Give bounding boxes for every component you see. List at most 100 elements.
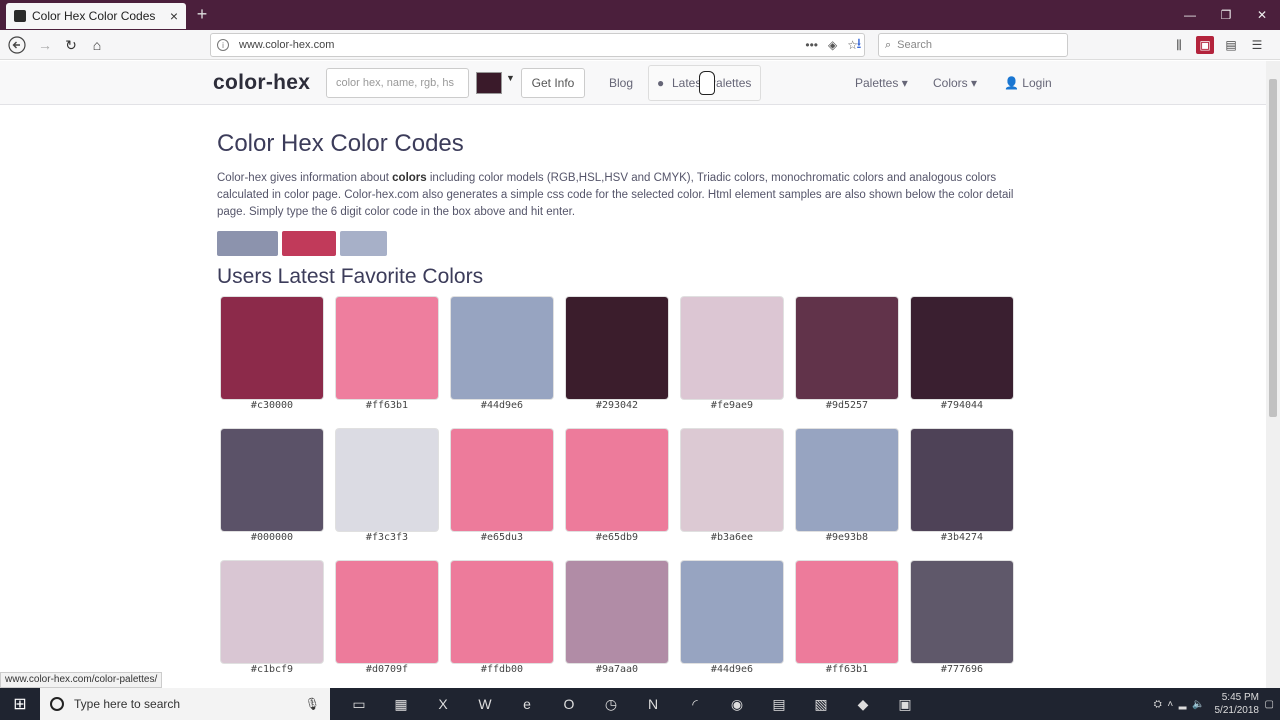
color-swatch-item[interactable]: #9e93b8 (796, 429, 898, 544)
palettes-dropdown[interactable]: Palettes ▾ (855, 76, 908, 90)
edge-icon[interactable]: e (506, 688, 548, 720)
color-code-label[interactable]: #9d5257 (796, 400, 898, 411)
onenote-icon[interactable]: N (632, 688, 674, 720)
get-info-button[interactable]: Get Info (521, 68, 585, 98)
color-code-label[interactable]: #794044 (911, 400, 1013, 411)
color-swatch-item[interactable]: #ff63b1 (796, 561, 898, 676)
color-code-label[interactable]: #c1bcf9 (221, 664, 323, 675)
color-swatch-item[interactable]: #b3a6ee (681, 429, 783, 544)
color-swatch[interactable] (681, 561, 783, 663)
color-swatch-item[interactable]: #3b4274 (911, 429, 1013, 544)
color-code-label[interactable]: #44d9e6 (451, 400, 553, 411)
color-search-input[interactable]: color hex, name, rgb, hs (326, 68, 469, 98)
color-swatch[interactable] (911, 561, 1013, 663)
color-swatch-item[interactable]: #777696 (911, 561, 1013, 676)
share-button-1[interactable] (217, 231, 278, 256)
color-swatch[interactable] (336, 561, 438, 663)
color-code-label[interactable]: #293042 (566, 400, 668, 411)
blog-link[interactable]: Blog (609, 76, 633, 90)
extension-icon[interactable]: ▣ (1196, 36, 1214, 54)
color-swatch-item[interactable]: #9d5257 (796, 297, 898, 412)
colors-dropdown[interactable]: Colors ▾ (933, 76, 977, 90)
chevron-up-icon[interactable]: ˄ (1167, 699, 1173, 710)
color-swatch[interactable] (796, 297, 898, 399)
close-window-icon[interactable]: ✕ (1244, 0, 1280, 30)
notifications-icon[interactable]: ▢ (1265, 699, 1274, 710)
scrollbar-thumb[interactable] (1269, 79, 1277, 417)
color-swatch[interactable] (911, 297, 1013, 399)
site-logo[interactable]: color-hex (213, 71, 310, 95)
color-code-label[interactable]: #3b4274 (911, 532, 1013, 543)
color-swatch[interactable] (681, 297, 783, 399)
color-swatch-item[interactable]: #000000 (221, 429, 323, 544)
color-swatch[interactable] (451, 297, 553, 399)
color-code-label[interactable]: #ffdb00 (451, 664, 553, 675)
color-swatch-item[interactable]: #ffdb00 (451, 561, 553, 676)
color-code-label[interactable]: #b3a6ee (681, 532, 783, 543)
sidebar-icon[interactable]: ▤ (1222, 36, 1240, 54)
color-swatch-item[interactable]: #e65db9 (566, 429, 668, 544)
loading-icon[interactable]: ◜ (674, 688, 716, 720)
color-swatch-item[interactable]: #44d9e6 (451, 297, 553, 412)
downloads-icon[interactable]: ⭳ (848, 34, 870, 56)
color-swatch-item[interactable]: #44d9e6 (681, 561, 783, 676)
color-swatch[interactable] (566, 561, 668, 663)
taskbar-search[interactable]: Type here to search 🎙 (40, 688, 330, 720)
clock-app-icon[interactable]: ◷ (590, 688, 632, 720)
opera-icon[interactable]: O (548, 688, 590, 720)
back-icon[interactable] (6, 34, 28, 56)
color-swatch-item[interactable]: #e65du3 (451, 429, 553, 544)
color-swatch-item[interactable]: #c30000 (221, 297, 323, 412)
windows-start-icon[interactable]: ⊞ (0, 688, 40, 720)
color-swatch[interactable] (566, 429, 668, 531)
search-input[interactable]: ⌕ Search (878, 33, 1068, 57)
color-swatch[interactable] (796, 561, 898, 663)
library-icon[interactable]: ⫼ (1170, 36, 1188, 54)
photos-icon[interactable]: ▧ (800, 688, 842, 720)
color-swatch-item[interactable]: #f3c3f3 (336, 429, 438, 544)
word-icon[interactable]: W (464, 688, 506, 720)
color-swatch[interactable] (221, 561, 323, 663)
network-icon[interactable]: ▂ (1179, 699, 1187, 710)
address-bar[interactable]: i www.color-hex.com ••• ◈ ☆ (210, 33, 865, 57)
people-icon[interactable]: ⛭ (1154, 699, 1162, 710)
color-swatch-item[interactable]: #794044 (911, 297, 1013, 412)
clock[interactable]: 5:45 PM 5/21/2018 (1214, 691, 1259, 717)
monitor-icon[interactable]: ▣ (884, 688, 926, 720)
calculator-icon[interactable]: ▤ (758, 688, 800, 720)
share-button-2[interactable] (282, 231, 336, 256)
chevron-down-icon[interactable]: ▼ (506, 73, 515, 83)
color-code-label[interactable]: #9a7aa0 (566, 664, 668, 675)
color-swatch-item[interactable]: #c1bcf9 (221, 561, 323, 676)
color-code-label[interactable]: #44d9e6 (681, 664, 783, 675)
file-explorer-icon[interactable]: ▦ (380, 688, 422, 720)
excel-icon[interactable]: X (422, 688, 464, 720)
close-tab-icon[interactable]: × (170, 8, 178, 24)
color-code-label[interactable]: #d0709f (336, 664, 438, 675)
page-actions-icon[interactable]: ••• (805, 38, 818, 52)
app-icon[interactable]: ◆ (842, 688, 884, 720)
color-swatch[interactable] (451, 429, 553, 531)
menu-icon[interactable]: ☰ (1248, 36, 1266, 54)
new-tab-icon[interactable]: + (192, 4, 212, 24)
pocket-icon[interactable]: ◈ (828, 38, 837, 52)
color-swatch[interactable] (336, 429, 438, 531)
color-swatch-item[interactable]: #293042 (566, 297, 668, 412)
color-swatch[interactable] (221, 429, 323, 531)
color-code-label[interactable]: #c30000 (221, 400, 323, 411)
color-code-label[interactable]: #777696 (911, 664, 1013, 675)
color-code-label[interactable]: #ff63b1 (336, 400, 438, 411)
color-picker-swatch[interactable] (476, 72, 502, 94)
color-swatch-item[interactable]: #d0709f (336, 561, 438, 676)
maximize-icon[interactable]: ❐ (1208, 0, 1244, 30)
color-code-label[interactable]: #9e93b8 (796, 532, 898, 543)
microphone-icon[interactable]: 🎙 (305, 697, 320, 711)
minimize-icon[interactable]: — (1172, 0, 1208, 30)
home-icon[interactable]: ⌂ (86, 34, 108, 56)
color-swatch[interactable] (681, 429, 783, 531)
color-swatch[interactable] (796, 429, 898, 531)
tab-color-hex[interactable]: Color Hex Color Codes × (6, 3, 186, 29)
color-code-label[interactable]: #e65du3 (451, 532, 553, 543)
volume-icon[interactable]: 🔈 (1192, 699, 1204, 710)
site-info-icon[interactable]: i (217, 39, 229, 51)
